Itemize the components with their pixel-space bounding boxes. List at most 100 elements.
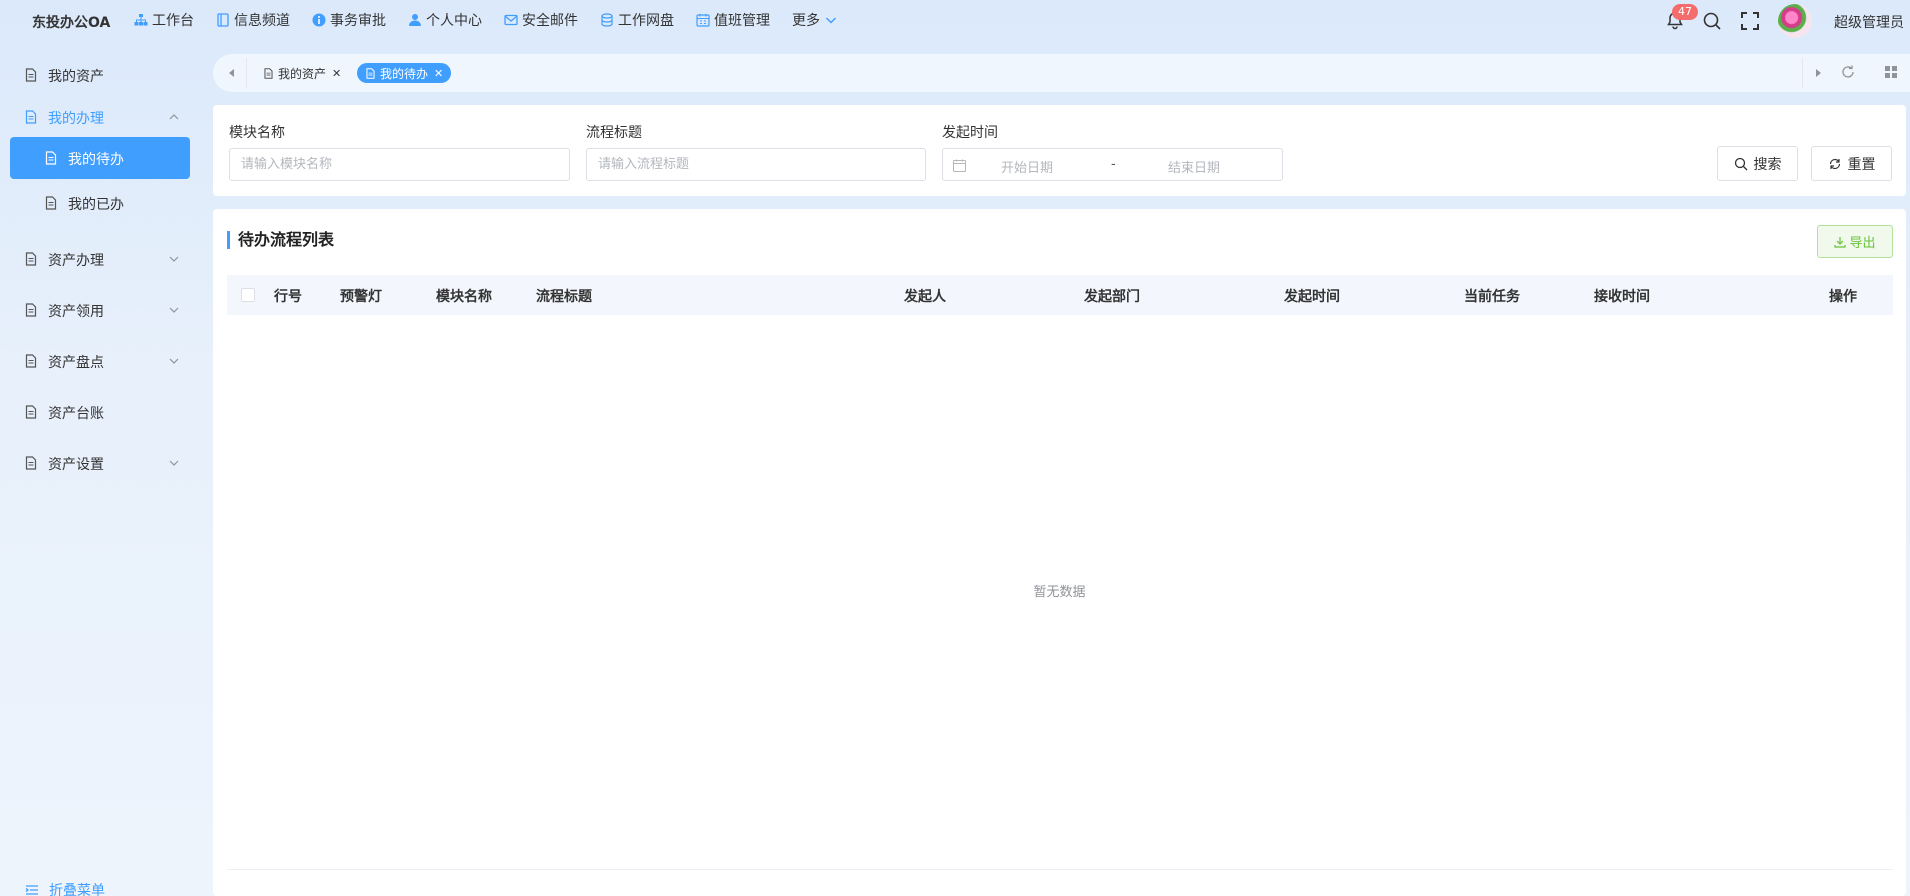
- column-header[interactable]: 发起部门: [1084, 286, 1140, 306]
- date-range-picker[interactable]: 开始日期 - 结束日期: [942, 148, 1283, 181]
- document-icon: [25, 354, 37, 368]
- sitemap-icon: [134, 13, 148, 27]
- document-icon: [25, 68, 37, 82]
- document-icon: [264, 67, 273, 79]
- column-header[interactable]: 发起时间: [1284, 286, 1340, 306]
- collapse-menu-button[interactable]: 折叠菜单: [25, 880, 105, 896]
- caret-right-icon: [1815, 69, 1821, 77]
- module-name-input[interactable]: 请输入模块名称: [229, 148, 570, 181]
- calendar-icon: [696, 13, 710, 27]
- chevron-down-icon: [169, 307, 179, 313]
- column-header[interactable]: 预警灯: [340, 286, 382, 306]
- fullscreen-icon[interactable]: [1740, 11, 1760, 31]
- grid-icon[interactable]: [1883, 64, 1899, 80]
- nav-approval[interactable]: 事务审批: [312, 10, 386, 30]
- process-title-input[interactable]: 请输入流程标题: [586, 148, 926, 181]
- empty-state-text: 暂无数据: [1033, 585, 1086, 600]
- tabs-bar: 我的资产 ✕ 我的待办 ✕: [213, 54, 1910, 92]
- avatar[interactable]: [1778, 4, 1812, 38]
- document-icon: [366, 67, 375, 79]
- document-icon: [25, 456, 37, 470]
- nav-duty[interactable]: 值班管理: [696, 10, 770, 30]
- tabs-scroll-left[interactable]: [217, 58, 247, 88]
- nav-label: 信息频道: [234, 13, 290, 29]
- refresh-icon[interactable]: [1840, 64, 1856, 80]
- column-header[interactable]: 模块名称: [436, 286, 492, 306]
- document-icon: [25, 110, 37, 124]
- nav-secure-mail[interactable]: 安全邮件: [504, 10, 578, 30]
- column-header[interactable]: 发起人: [904, 286, 946, 306]
- nav-label: 工作台: [152, 13, 194, 29]
- chevron-down-icon: [169, 358, 179, 364]
- nav-label: 工作网盘: [618, 13, 674, 29]
- user-name[interactable]: 超级管理员: [1834, 12, 1904, 32]
- column-header[interactable]: 操作: [1829, 286, 1857, 306]
- close-icon[interactable]: ✕: [434, 67, 443, 80]
- module-name-label: 模块名称: [229, 125, 285, 141]
- sidebar-item-asset-settings[interactable]: 资产设置: [10, 442, 190, 484]
- column-header[interactable]: 当前任务: [1464, 286, 1520, 306]
- refresh-icon: [1829, 158, 1840, 169]
- reset-button-label: 重置: [1847, 156, 1876, 173]
- database-icon: [600, 13, 614, 27]
- nav-info-channel[interactable]: 信息频道: [216, 10, 290, 30]
- tabs-scroll-right[interactable]: [1802, 58, 1832, 88]
- sidebar-item-my-todo[interactable]: 我的待办: [10, 137, 190, 179]
- nav-personal-center[interactable]: 个人中心: [408, 10, 482, 30]
- date-separator: -: [1111, 157, 1116, 172]
- process-title-label: 流程标题: [586, 125, 642, 141]
- todo-list-panel: 待办流程列表 导出 行号 预警灯 模块名称 流程标题 发起人 发起部门 发起时间…: [213, 209, 1906, 896]
- search-form: 模块名称 请输入模块名称 流程标题 请输入流程标题 发起时间 开始日期 - 结束…: [213, 105, 1906, 196]
- sidebar: 我的资产 我的办理 我的待办 我的已办 资产办理 资产领用 资产盘点 资产台账 …: [0, 52, 200, 896]
- sidebar-item-asset-inventory[interactable]: 资产盘点: [10, 340, 190, 382]
- nav-label: 个人中心: [426, 13, 482, 29]
- select-all-checkbox[interactable]: [241, 288, 255, 302]
- nav-more[interactable]: 更多: [792, 10, 838, 30]
- column-header[interactable]: 接收时间: [1594, 286, 1650, 306]
- calendar-icon: [953, 159, 966, 172]
- mail-icon: [504, 13, 518, 27]
- column-header[interactable]: 行号: [274, 286, 302, 306]
- panel-title: 待办流程列表: [227, 231, 334, 249]
- menu-fold-icon: [25, 885, 38, 895]
- nav-workbench[interactable]: 工作台: [134, 10, 194, 30]
- document-icon: [25, 303, 37, 317]
- nav-label: 事务审批: [330, 13, 386, 29]
- info-circle-icon: [312, 13, 326, 27]
- chevron-down-icon: [169, 256, 179, 262]
- book-icon: [216, 13, 230, 27]
- app-title: 东投办公OA: [32, 15, 111, 31]
- start-date-input[interactable]: 开始日期: [1001, 157, 1053, 176]
- nav-label: 更多: [792, 13, 820, 29]
- sidebar-item-asset-receive[interactable]: 资产领用: [10, 289, 190, 331]
- top-header: 东投办公OA 工作台 信息频道 事务审批 个人中心 安全邮件 工作网盘 值班管理…: [0, 0, 1910, 42]
- sidebar-item-my-assets[interactable]: 我的资产: [10, 54, 190, 96]
- search-button[interactable]: 搜索: [1717, 146, 1798, 181]
- close-icon[interactable]: ✕: [332, 67, 341, 80]
- reset-button[interactable]: 重置: [1811, 146, 1892, 181]
- tab-my-todo[interactable]: 我的待办 ✕: [357, 63, 452, 83]
- sidebar-item-my-done[interactable]: 我的已办: [10, 182, 190, 224]
- document-icon: [45, 151, 57, 165]
- nav-label: 值班管理: [714, 13, 770, 29]
- export-button[interactable]: 导出: [1817, 225, 1893, 258]
- chevron-up-icon: [169, 114, 179, 120]
- collapse-menu-label: 折叠菜单: [49, 883, 105, 896]
- tab-label: 我的资产: [278, 66, 327, 81]
- sidebar-item-asset-handling[interactable]: 资产办理: [10, 238, 190, 280]
- nav-netdisk[interactable]: 工作网盘: [600, 10, 674, 30]
- document-icon: [25, 405, 37, 419]
- document-icon: [45, 196, 57, 210]
- download-icon: [1834, 236, 1847, 248]
- nav-label: 安全邮件: [522, 13, 578, 29]
- tab-label: 我的待办: [380, 66, 429, 81]
- search-icon[interactable]: [1702, 11, 1722, 31]
- end-date-input[interactable]: 结束日期: [1168, 157, 1220, 176]
- start-time-label: 发起时间: [942, 125, 998, 141]
- sidebar-item-asset-ledger[interactable]: 资产台账: [10, 391, 190, 433]
- tab-my-assets[interactable]: 我的资产 ✕: [255, 63, 349, 83]
- table-header: 行号 预警灯 模块名称 流程标题 发起人 发起部门 发起时间 当前任务 接收时间…: [227, 275, 1893, 315]
- search-button-label: 搜索: [1753, 156, 1782, 173]
- column-header[interactable]: 流程标题: [536, 286, 592, 306]
- sidebar-item-my-handling[interactable]: 我的办理: [10, 96, 190, 138]
